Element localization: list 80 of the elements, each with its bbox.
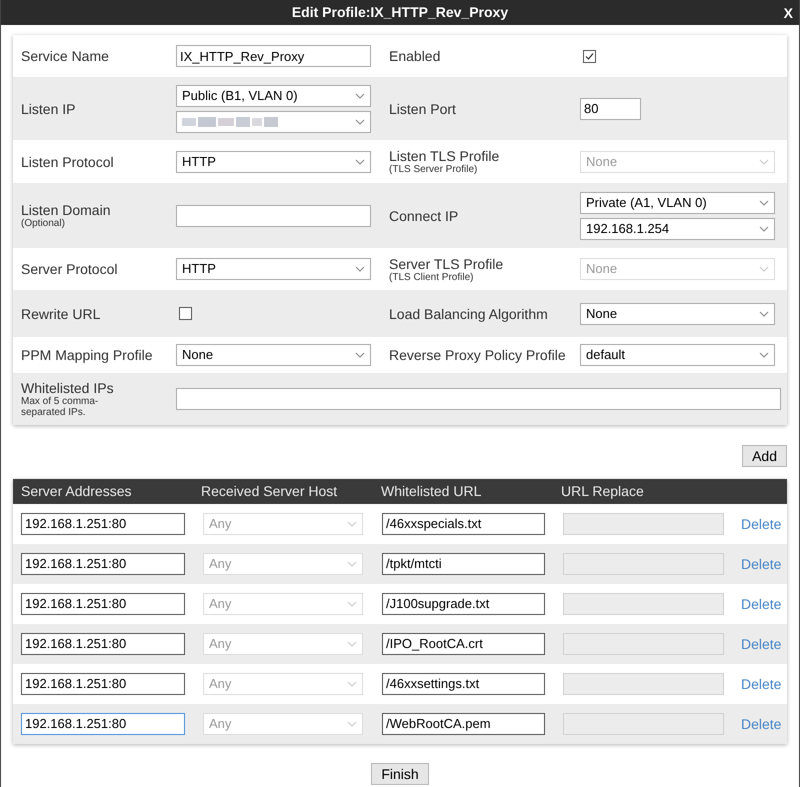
- field-label: Service Name: [21, 48, 110, 64]
- dropdown[interactable]: None: [580, 302, 775, 324]
- address-field[interactable]: 192.168.1.251:80: [21, 512, 185, 534]
- field-label: Whitelisted IPs: [21, 380, 115, 396]
- address-field[interactable]: 192.168.1.251:80: [21, 552, 185, 574]
- field-label: Server Protocol: [21, 261, 118, 277]
- column-header: Server Addresses: [21, 482, 132, 501]
- field-label: Reverse Proxy Policy Profile: [389, 347, 567, 363]
- text-field[interactable]: 80: [580, 98, 641, 120]
- url-replace-field[interactable]: [563, 513, 724, 535]
- caret-icon: [759, 200, 769, 206]
- field-label: Enabled: [389, 48, 442, 64]
- caret-icon: [759, 266, 769, 272]
- delete-link[interactable]: Delete: [741, 594, 782, 614]
- field-label: Server TLS Profile: [389, 256, 504, 272]
- caret-icon: [759, 310, 769, 316]
- text-field[interactable]: IX_HTTP_Rev_Proxy: [176, 45, 371, 67]
- dropdown[interactable]: Private (A1, VLAN 0): [580, 192, 775, 214]
- close-button[interactable]: X: [784, 3, 793, 24]
- field-label: Load Balancing Algorithm: [389, 306, 549, 322]
- caret-icon: [347, 641, 357, 647]
- checkbox[interactable]: [179, 307, 192, 320]
- delete-link[interactable]: Delete: [741, 514, 782, 534]
- address-field[interactable]: 192.168.1.251:80: [21, 672, 185, 694]
- field-label: Listen Port: [389, 100, 457, 116]
- url-replace-field[interactable]: [563, 593, 724, 615]
- dropdown[interactable]: [176, 110, 371, 132]
- caret-icon: [759, 352, 769, 358]
- caret-icon: [355, 118, 365, 124]
- field-hint: (TLS Server Profile): [389, 164, 478, 175]
- column-header: Whitelisted URL: [381, 482, 482, 501]
- field-label: Rewrite URL: [21, 306, 102, 322]
- column-header: Received Server Host: [201, 482, 338, 501]
- dropdown[interactable]: default: [580, 344, 775, 366]
- address-field[interactable]: 192.168.1.251:80: [21, 632, 185, 654]
- url-field[interactable]: /J100supgrade.txt: [382, 592, 545, 614]
- text-field[interactable]: [176, 388, 781, 410]
- url-replace-field[interactable]: [563, 633, 724, 655]
- caret-icon: [347, 521, 357, 527]
- field-hint: Max of 5 comma-separated IPs.: [21, 396, 100, 418]
- field-label: Connect IP: [389, 208, 460, 224]
- caret-icon: [759, 158, 769, 164]
- url-field[interactable]: /IPO_RootCA.crt: [382, 632, 545, 654]
- finish-button[interactable]: Finish: [371, 763, 429, 785]
- field-label: Listen TLS Profile: [389, 148, 500, 164]
- add-button[interactable]: Add: [742, 445, 787, 467]
- url-field[interactable]: /tpkt/mtcti: [382, 552, 545, 574]
- delete-link[interactable]: Delete: [741, 674, 782, 694]
- url-replace-field[interactable]: [563, 553, 724, 575]
- column-header: URL Replace: [561, 482, 645, 501]
- caret-icon: [355, 352, 365, 358]
- dropdown[interactable]: None: [176, 344, 371, 366]
- caret-icon: [759, 226, 769, 232]
- field-hint: (TLS Client Profile): [389, 272, 474, 282]
- url-field[interactable]: /46xxspecials.txt: [382, 512, 545, 534]
- url-replace-field[interactable]: [563, 713, 724, 735]
- field-label: Listen Domain: [21, 202, 112, 218]
- field-label: Listen IP: [21, 100, 76, 116]
- url-replace-field[interactable]: [563, 673, 724, 695]
- address-field[interactable]: 192.168.1.251:80: [21, 592, 185, 614]
- caret-icon: [347, 601, 357, 607]
- dropdown[interactable]: 192.168.1.254: [580, 218, 775, 240]
- caret-icon: [347, 561, 357, 567]
- caret-icon: [347, 721, 357, 727]
- dropdown[interactable]: HTTP: [176, 258, 371, 280]
- address-field[interactable]: 192.168.1.251:80: [21, 712, 185, 734]
- field-label: PPM Mapping Profile: [21, 347, 154, 363]
- checkbox[interactable]: [583, 50, 596, 62]
- field-hint: (Optional): [21, 218, 66, 229]
- url-field[interactable]: /WebRootCA.pem: [382, 712, 545, 734]
- field-label: Listen Protocol: [21, 154, 115, 170]
- dropdown[interactable]: Public (B1, VLAN 0): [176, 84, 371, 106]
- url-field[interactable]: /46xxsettings.txt: [382, 672, 545, 694]
- text-field[interactable]: [176, 204, 371, 226]
- caret-icon: [347, 681, 357, 687]
- caret-icon: [355, 266, 365, 272]
- caret-icon: [355, 158, 365, 164]
- caret-icon: [355, 92, 365, 98]
- window-title: Edit Profile:IX_HTTP_Rev_Proxy: [292, 3, 508, 22]
- dropdown[interactable]: HTTP: [176, 150, 371, 172]
